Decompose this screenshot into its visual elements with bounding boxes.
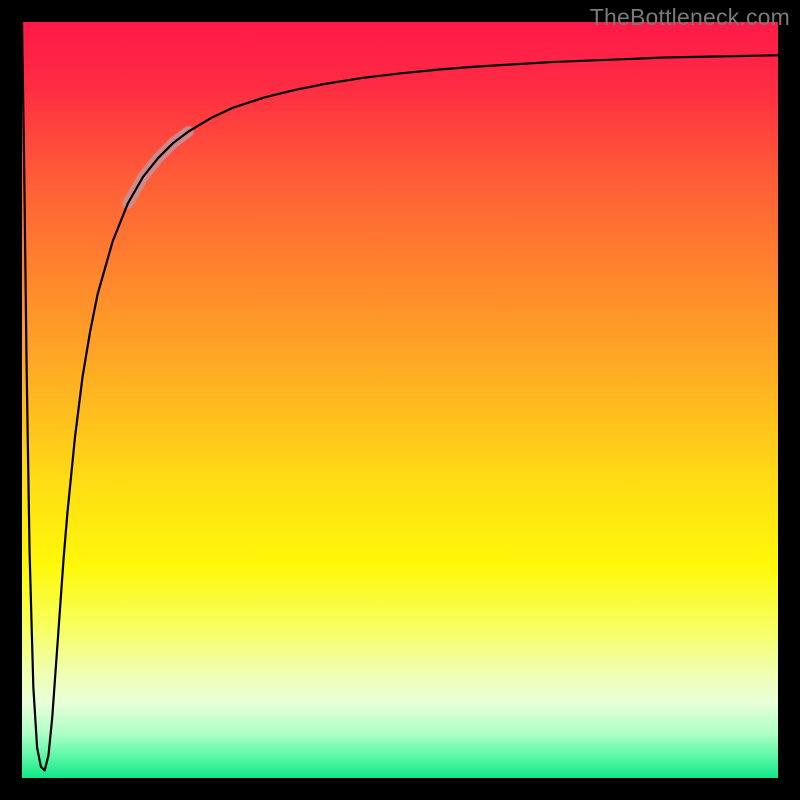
watermark-text: TheBottleneck.com [590,4,790,31]
chart-frame: TheBottleneck.com [0,0,800,800]
chart-canvas [22,22,778,778]
plot-area [22,22,778,778]
gradient-background [22,22,778,778]
